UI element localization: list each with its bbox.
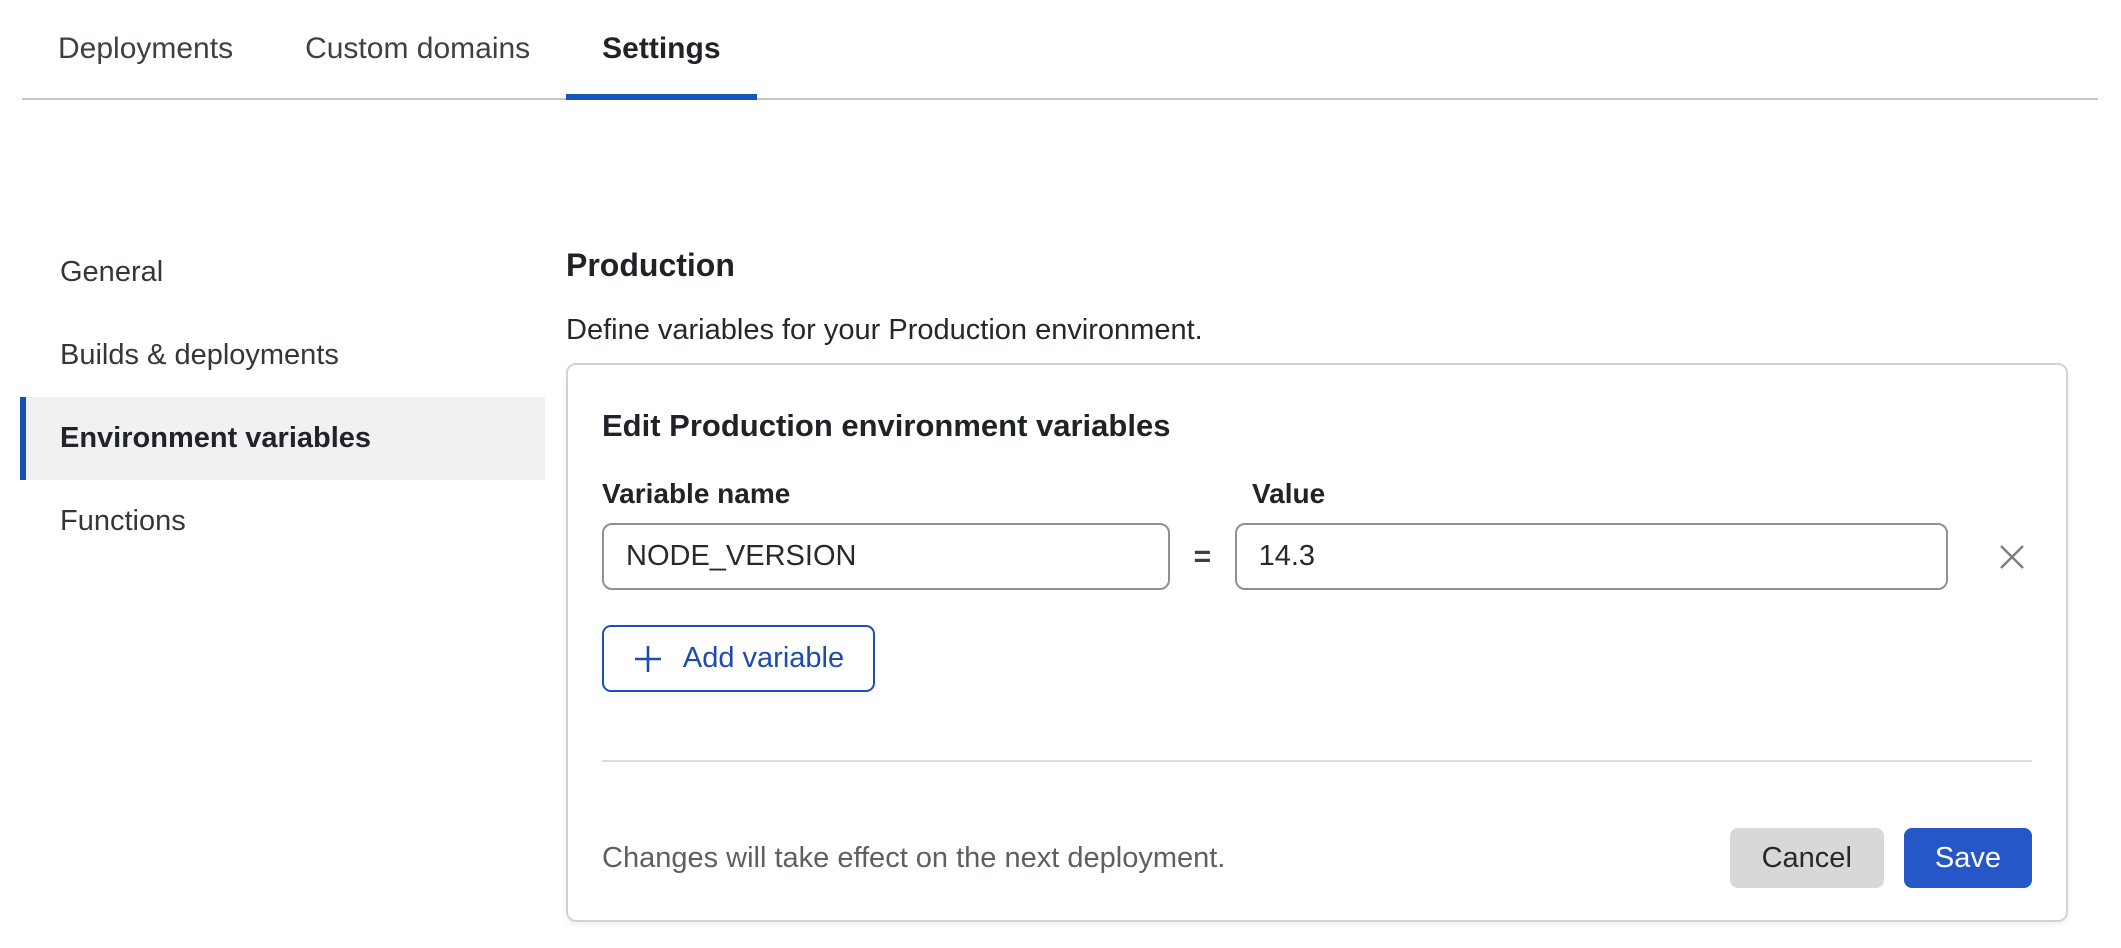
tab-bar: Deployments Custom domains Settings [22,0,2098,100]
page-title: Production [566,246,2070,284]
sidebar-item-general[interactable]: General [20,231,545,314]
variable-name-label: Variable name [602,480,1240,508]
add-variable-button[interactable]: Add variable [602,625,875,692]
sidebar-item-functions[interactable]: Functions [20,480,545,563]
footer-note: Changes will take effect on the next dep… [602,841,1730,875]
save-button[interactable]: Save [1904,828,2032,888]
variable-row: = [602,523,2032,590]
variable-name-input[interactable] [602,523,1170,590]
settings-sidebar: General Builds & deployments Environment… [20,231,545,563]
cancel-button[interactable]: Cancel [1730,828,1884,888]
sidebar-item-builds-deployments[interactable]: Builds & deployments [20,314,545,397]
value-label: Value [1240,480,1325,508]
card-heading: Edit Production environment variables [602,408,2032,444]
card-footer: Changes will take effect on the next dep… [602,828,2032,888]
equals-sign: = [1170,540,1234,574]
card-divider [602,760,2032,762]
close-icon [1997,542,2027,572]
environment-variables-card: Edit Production environment variables Va… [566,363,2068,922]
remove-variable-button[interactable] [1992,537,2032,577]
main-content: Production Define variables for your Pro… [566,246,2070,922]
tab-settings[interactable]: Settings [566,0,756,98]
page-description: Define variables for your Production env… [566,313,2070,347]
field-labels-row: Variable name Value [602,480,2032,508]
tab-custom-domains[interactable]: Custom domains [269,0,566,98]
add-variable-label: Add variable [683,642,844,675]
variable-value-input[interactable] [1235,523,1949,590]
sidebar-item-environment-variables[interactable]: Environment variables [20,397,545,480]
plus-icon [633,644,663,674]
tab-deployments[interactable]: Deployments [22,0,269,98]
